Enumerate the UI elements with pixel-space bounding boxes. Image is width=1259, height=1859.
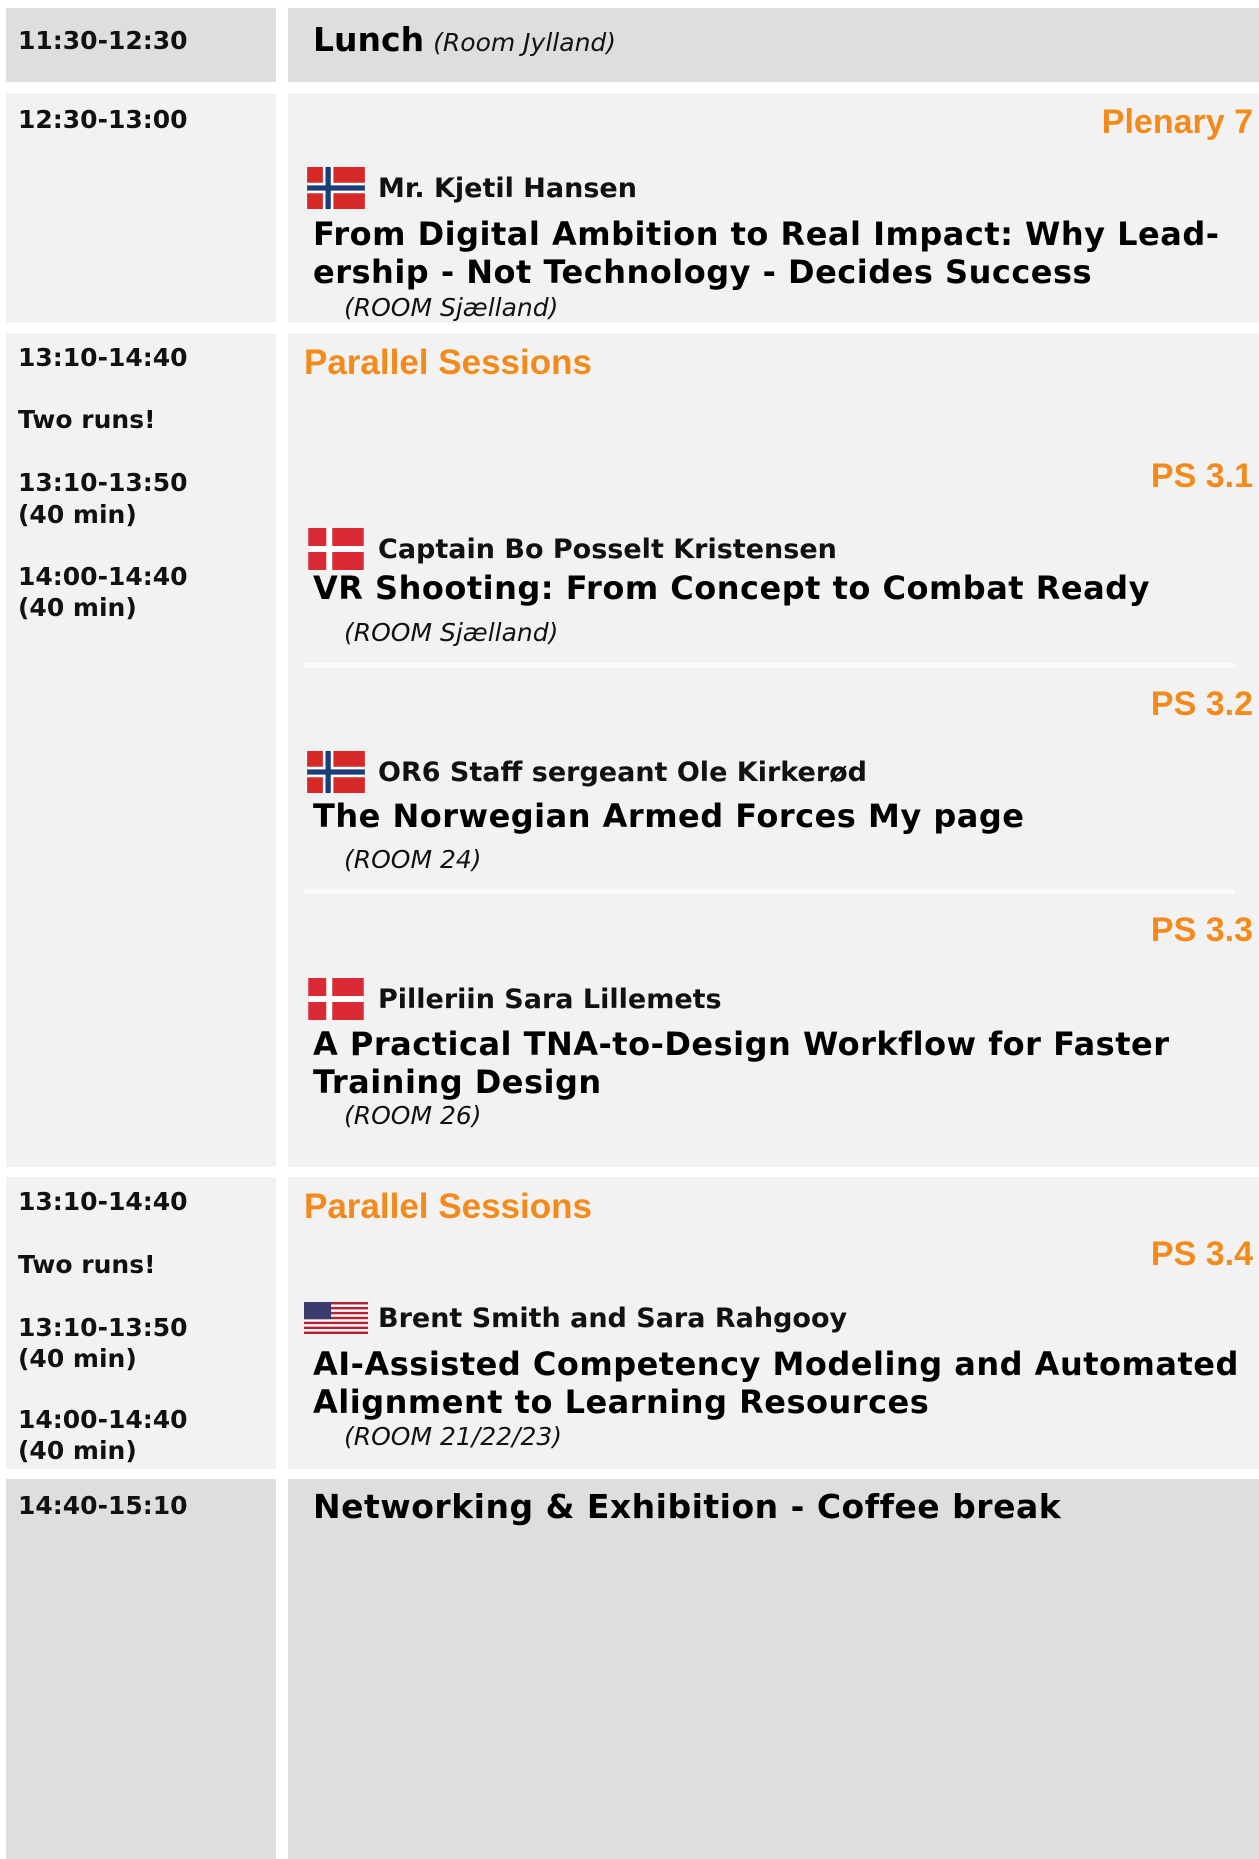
- time-label: 14:40-15:10: [18, 1491, 188, 1520]
- schedule-row-coffee-break: 14:40-15:10 Networking & Exhibition - Co…: [6, 1479, 1259, 1859]
- room-label: (ROOM 21/22/23): [344, 1422, 563, 1451]
- schedule-row-parallel-sessions: 13:10-14:40 Two runs! 13:10-13:50 (40 mi…: [6, 333, 1259, 1167]
- speaker-name: Captain Bo Posselt Kristensen: [378, 533, 837, 565]
- schedule-row-parallel-sessions: 13:10-14:40 Two runs! 13:10-13:50 (40 mi…: [6, 1177, 1259, 1469]
- parallel-sessions-heading: Parallel Sessions: [304, 1187, 592, 1226]
- content-cell: Networking & Exhibition - Coffee break: [288, 1479, 1259, 1859]
- room-label: (ROOM 26): [344, 1101, 482, 1130]
- room-label: (ROOM Sjælland): [344, 293, 559, 322]
- parallel-sessions-heading: Parallel Sessions: [304, 343, 592, 382]
- lunch-title: Lunch: [313, 20, 425, 59]
- time-cell: 11:30-12:30: [6, 8, 276, 82]
- time-label: 13:10-14:40: [18, 1187, 188, 1216]
- run-2-duration: (40 min): [18, 1436, 137, 1465]
- speaker: OR6 Staff sergeant Ole Kirkerød: [304, 751, 867, 793]
- session-label: PS 3.1: [1150, 457, 1253, 495]
- usa-flag-icon: [304, 1297, 368, 1339]
- speaker: Captain Bo Posselt Kristensen: [304, 528, 837, 570]
- time-cell: 12:30-13:00: [6, 93, 276, 323]
- run-2-duration: (40 min): [18, 593, 137, 622]
- speaker-name: OR6 Staff sergeant Ole Kirkerød: [378, 756, 868, 788]
- plenary-label: Plenary 7: [1101, 103, 1253, 141]
- speaker-name: Brent Smith and Sara Rahgooy: [378, 1302, 848, 1334]
- time-label: 13:10-14:40: [18, 343, 188, 372]
- talk-title: VR Shooting: From Concept to Combat Read…: [313, 569, 1150, 607]
- schedule-row-plenary: 12:30-13:00 Plenary 7 Mr. Kjetil Hansen …: [6, 93, 1259, 323]
- speaker: Pilleriin Sara Lillemets: [304, 978, 722, 1020]
- time-cell: 14:40-15:10: [6, 1479, 276, 1859]
- talk-title: AI-Assisted Competency Modeling and Auto…: [313, 1345, 1239, 1421]
- denmark-flag-icon: [304, 528, 368, 570]
- lunch-room: (Room Jylland): [433, 28, 617, 57]
- run-1-duration: (40 min): [18, 1344, 137, 1373]
- session-label: PS 3.4: [1150, 1235, 1253, 1273]
- time-cell: 13:10-14:40 Two runs! 13:10-13:50 (40 mi…: [6, 333, 276, 1167]
- talk-title: A Practical TNA-to-Design Workflow for F…: [313, 1025, 1170, 1101]
- two-runs-note: Two runs!: [18, 1250, 156, 1279]
- schedule-row-lunch: 11:30-12:30 Lunch (Room Jylland): [6, 8, 1259, 82]
- two-runs-note: Two runs!: [18, 405, 156, 434]
- speaker-name: Mr. Kjetil Hansen: [378, 172, 637, 204]
- room-label: (ROOM Sjælland): [344, 618, 559, 647]
- content-cell: Parallel Sessions PS 3.4 Brent Smith and…: [288, 1177, 1259, 1469]
- run-1-duration: (40 min): [18, 500, 137, 529]
- content-cell: Parallel Sessions PS 3.1 Captain Bo Poss…: [288, 333, 1259, 1167]
- room-label: (ROOM 24): [344, 845, 482, 874]
- speaker: Mr. Kjetil Hansen: [304, 167, 637, 209]
- coffee-break-title: Networking & Exhibition - Coffee break: [313, 1487, 1062, 1526]
- session-label: PS 3.2: [1150, 685, 1253, 723]
- time-label: 12:30-13:00: [18, 105, 188, 134]
- content-cell: Lunch (Room Jylland): [288, 8, 1259, 82]
- lunch-line: Lunch (Room Jylland): [313, 20, 616, 59]
- session-divider: [304, 889, 1235, 894]
- talk-title: The Norwegian Armed Forces My page: [313, 797, 1025, 835]
- norway-flag-icon: [304, 751, 368, 793]
- time-cell: 13:10-14:40 Two runs! 13:10-13:50 (40 mi…: [6, 1177, 276, 1469]
- norway-flag-icon: [304, 167, 368, 209]
- content-cell: Plenary 7 Mr. Kjetil Hansen From Digital…: [288, 93, 1259, 323]
- speaker-name: Pilleriin Sara Lillemets: [378, 983, 722, 1015]
- denmark-flag-icon: [304, 978, 368, 1020]
- talk-title: From Digital Ambition to Real Impact: Wh…: [313, 215, 1220, 291]
- speaker: Brent Smith and Sara Rahgooy: [304, 1297, 847, 1339]
- session-label: PS 3.3: [1150, 911, 1253, 949]
- time-label: 11:30-12:30: [18, 26, 188, 55]
- session-divider: [304, 663, 1235, 668]
